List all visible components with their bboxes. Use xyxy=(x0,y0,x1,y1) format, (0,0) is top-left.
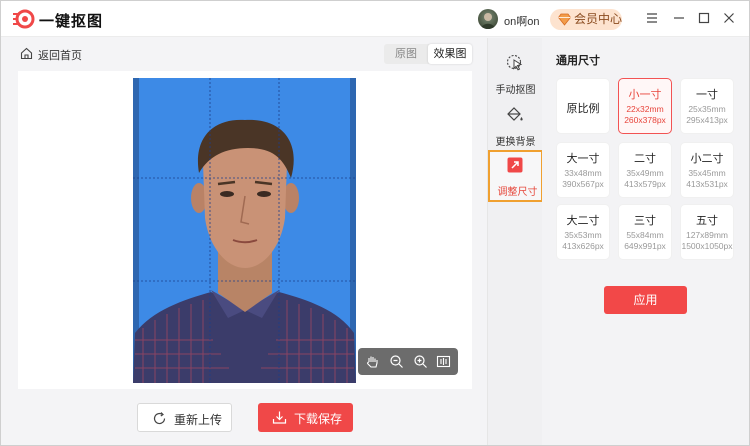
reupload-label: 重新上传 xyxy=(174,413,223,427)
size-card-name: 三寸 xyxy=(634,215,656,227)
tool-rail: 手动抠图 更换背景 调整尺寸 xyxy=(487,38,543,445)
username: on啊on xyxy=(504,16,540,28)
size-card-px: 260x378px xyxy=(624,115,666,125)
size-panel: 通用尺寸 原比例 小一寸 22x32mm 260x378px 一寸 25x35m… xyxy=(542,38,749,445)
size-card-mm: 35x53mm xyxy=(564,230,602,240)
app-title: 一键抠图 xyxy=(39,13,104,30)
download-save-label: 下载保存 xyxy=(294,412,343,426)
size-card-small-1inch[interactable]: 小一寸 22x32mm 260x378px xyxy=(618,78,672,134)
preview-canvas xyxy=(18,71,472,389)
size-card-name: 原比例 xyxy=(566,103,600,115)
portrait-illustration xyxy=(133,78,356,383)
tool-change-background[interactable]: 更换背景 xyxy=(488,100,543,152)
vip-center-button[interactable]: 会员中心 xyxy=(550,9,622,30)
size-card-name: 五寸 xyxy=(696,215,718,227)
size-card-mm: 35x49mm xyxy=(626,168,664,178)
size-card-px: 413x579px xyxy=(624,179,666,189)
menu-icon[interactable] xyxy=(645,11,659,25)
size-card-name: 小二寸 xyxy=(690,153,724,165)
vip-center-label: 会员中心 xyxy=(574,12,623,26)
download-icon xyxy=(272,411,287,424)
tool-manual-cutout[interactable]: 手动抠图 xyxy=(488,48,543,100)
zoom-out-icon[interactable] xyxy=(389,354,404,369)
size-card-px: 1500x1050px xyxy=(681,241,733,251)
maximize-icon[interactable] xyxy=(697,11,711,25)
back-home-label: 返回首页 xyxy=(38,50,82,62)
refresh-icon xyxy=(153,412,166,425)
size-card-px: 649x991px xyxy=(624,241,666,251)
cursor-icon xyxy=(506,54,523,71)
size-card-original-ratio[interactable]: 原比例 xyxy=(556,78,610,134)
size-card-small-2inch[interactable]: 小二寸 35x45mm 413x531px xyxy=(680,142,734,198)
avatar-image xyxy=(481,13,495,29)
title-bar: 一键抠图 on啊on 会员中心 xyxy=(1,1,749,37)
minimize-icon[interactable] xyxy=(672,11,686,25)
size-card-mm: 55x84mm xyxy=(626,230,664,240)
reupload-button[interactable]: 重新上传 xyxy=(137,403,232,432)
size-card-name: 大一寸 xyxy=(566,153,600,165)
app-window: 一键抠图 on啊on 会员中心 返回首页 原图 效果图 重新上传 下载保存 手动… xyxy=(0,0,750,446)
size-card-px: 413x531px xyxy=(686,179,728,189)
zoom-toolbar xyxy=(358,348,458,375)
size-card-mm: 33x48mm xyxy=(564,168,602,178)
view-toggle: 原图 效果图 xyxy=(384,44,472,64)
size-card-name: 二寸 xyxy=(634,153,656,165)
home-icon xyxy=(20,47,33,60)
size-card-px: 413x626px xyxy=(562,241,604,251)
close-icon[interactable] xyxy=(722,11,736,25)
compare-icon[interactable] xyxy=(436,354,451,369)
paint-bucket-icon xyxy=(507,107,523,121)
size-card-mm: 25x35mm xyxy=(688,104,726,114)
size-card-mm: 127x89mm xyxy=(685,230,729,240)
size-card-mm: 35x45mm xyxy=(688,168,726,178)
tool-resize-label: 调整尺寸 xyxy=(497,187,538,198)
diamond-icon xyxy=(558,13,571,26)
resize-icon xyxy=(507,157,523,173)
size-card-mm: 22x32mm xyxy=(626,104,664,114)
size-card-large-2inch[interactable]: 大二寸 35x53mm 413x626px xyxy=(556,204,610,260)
app-logo-icon xyxy=(13,9,35,29)
tool-manual-cutout-label: 手动抠图 xyxy=(495,85,536,96)
size-card-name: 一寸 xyxy=(696,89,718,101)
tool-change-background-label: 更换背景 xyxy=(495,137,536,148)
size-panel-title: 通用尺寸 xyxy=(556,55,600,67)
size-card-3inch[interactable]: 三寸 55x84mm 649x991px xyxy=(618,204,672,260)
size-card-large-1inch[interactable]: 大一寸 33x48mm 390x567px xyxy=(556,142,610,198)
size-card-1inch[interactable]: 一寸 25x35mm 295x413px xyxy=(680,78,734,134)
zoom-in-icon[interactable] xyxy=(413,354,428,369)
download-save-button[interactable]: 下载保存 xyxy=(258,403,353,432)
apply-button[interactable]: 应用 xyxy=(604,286,687,314)
tab-result[interactable]: 效果图 xyxy=(428,44,472,64)
size-card-name: 小一寸 xyxy=(628,89,662,101)
size-card-name: 大二寸 xyxy=(566,215,600,227)
size-card-px: 390x567px xyxy=(562,179,604,189)
tool-resize[interactable]: 调整尺寸 xyxy=(488,150,543,202)
tab-original[interactable]: 原图 xyxy=(384,44,428,64)
hand-icon[interactable] xyxy=(365,354,380,369)
size-card-2inch[interactable]: 二寸 35x49mm 413x579px xyxy=(618,142,672,198)
id-photo-preview xyxy=(133,78,356,383)
size-card-5inch[interactable]: 五寸 127x89mm 1500x1050px xyxy=(680,204,734,260)
size-card-px: 295x413px xyxy=(686,115,728,125)
avatar[interactable] xyxy=(478,9,498,29)
